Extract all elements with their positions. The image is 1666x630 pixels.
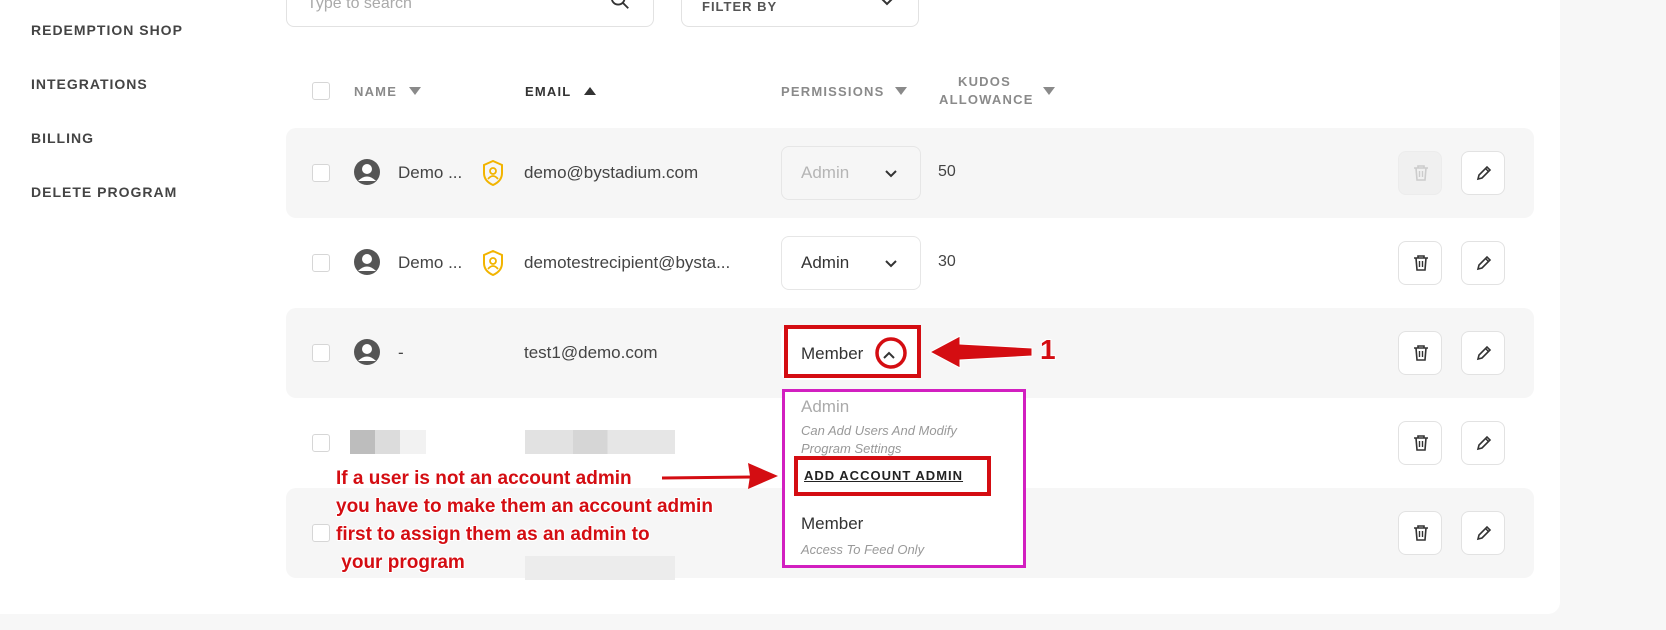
sort-down-icon[interactable] [1043,87,1055,95]
sidebar-item-billing[interactable]: BILLING [31,130,94,146]
trash-icon [1414,435,1428,451]
edit-button[interactable] [1461,421,1505,465]
member-description: Access To Feed Only [801,542,925,557]
filter-label: FILTER BY [702,0,778,14]
admin-shield-icon [483,160,503,186]
menu-item-member[interactable]: Member [801,514,863,534]
chevron-down-icon [885,260,897,268]
filter-by-dropdown[interactable]: FILTER BY [681,0,919,27]
trash-icon [1414,345,1428,361]
permission-select[interactable]: Admin [781,236,921,290]
edit-button[interactable] [1461,151,1505,195]
edit-button[interactable] [1461,331,1505,375]
chevron-down-icon [885,170,897,178]
header-email[interactable]: EMAIL [525,84,571,99]
search-placeholder: Type to search [307,0,412,12]
select-all-checkbox[interactable] [312,82,330,100]
delete-button [1398,151,1442,195]
user-name: - [398,343,404,362]
row-checkbox[interactable] [312,344,330,362]
chevron-down-icon [881,0,893,6]
trash-icon [1414,165,1428,181]
permission-value: Admin [801,163,850,182]
user-email: demo@bystadium.com [524,163,699,182]
delete-button[interactable] [1398,511,1442,555]
annotation-step-number: 1 [1040,334,1056,365]
kudos-allowance: 50 [938,163,956,180]
header-permissions[interactable]: PERMISSIONS [781,84,885,99]
annotation-note-line4: your program [336,552,465,573]
add-account-admin-label: ADD ACCOUNT ADMIN [804,468,964,483]
delete-button[interactable] [1398,421,1442,465]
delete-button[interactable] [1398,331,1442,375]
annotation-highlight-box [784,325,921,378]
avatar-icon [354,339,380,365]
annotation-note-line3: first to assign them as an admin to [336,524,650,545]
admin-shield-icon [483,250,503,276]
pencil-icon [1476,345,1492,361]
row-checkbox[interactable] [312,164,330,182]
permission-value: Admin [801,253,850,272]
delete-button[interactable] [1398,241,1442,285]
sidebar-item-redemption-shop[interactable]: REDEMPTION SHOP [31,22,183,38]
admin-description: Can Add Users And Modify Program Setting… [801,422,1011,458]
header-kudos-line1[interactable]: KUDOS [958,74,1011,89]
search-icon [611,0,629,9]
sidebar-item-delete-program[interactable]: DELETE PROGRAM [31,184,177,200]
admin-description-line1: Can Add Users And Modify [801,423,957,438]
redacted-name [350,430,426,454]
permission-dropdown-menu: Admin Can Add Users And Modify Program S… [782,389,1026,568]
avatar-icon [354,249,380,275]
sort-up-icon[interactable] [584,87,596,95]
pencil-icon [1476,525,1492,541]
pencil-icon [1476,435,1492,451]
redacted-email [525,430,675,454]
page: REDEMPTION SHOP INTEGRATIONS BILLING DEL… [0,0,1560,614]
edit-button[interactable] [1461,511,1505,555]
annotation-note: If a user is not an account admin you ha… [336,465,756,577]
header-kudos-line2[interactable]: ALLOWANCE [939,92,1034,107]
pencil-icon [1476,165,1492,181]
user-name: Demo ... [398,253,463,272]
permission-select: Admin [781,146,921,200]
sort-down-icon[interactable] [409,87,421,95]
user-email: demotestrecipient@bysta... [524,253,731,272]
kudos-allowance: 30 [938,253,956,270]
annotation-note-line2: you have to make them an account admin [336,496,713,517]
pencil-icon [1476,255,1492,271]
row-checkbox[interactable] [312,434,330,452]
menu-item-admin[interactable]: Admin [801,397,849,417]
avatar-icon [354,159,380,185]
sort-down-icon[interactable] [895,87,907,95]
row-checkbox[interactable] [312,524,330,542]
trash-icon [1414,255,1428,271]
user-email: test1@demo.com [524,343,658,362]
search-input[interactable]: Type to search [286,0,654,27]
annotation-note-line1: If a user is not an account admin [336,468,632,489]
add-account-admin-link[interactable]: ADD ACCOUNT ADMIN [794,456,991,496]
sidebar-item-integrations[interactable]: INTEGRATIONS [31,76,148,92]
header-name[interactable]: NAME [354,84,397,99]
trash-icon [1414,525,1428,541]
edit-button[interactable] [1461,241,1505,285]
row-checkbox[interactable] [312,254,330,272]
user-name: Demo ... [398,163,463,182]
